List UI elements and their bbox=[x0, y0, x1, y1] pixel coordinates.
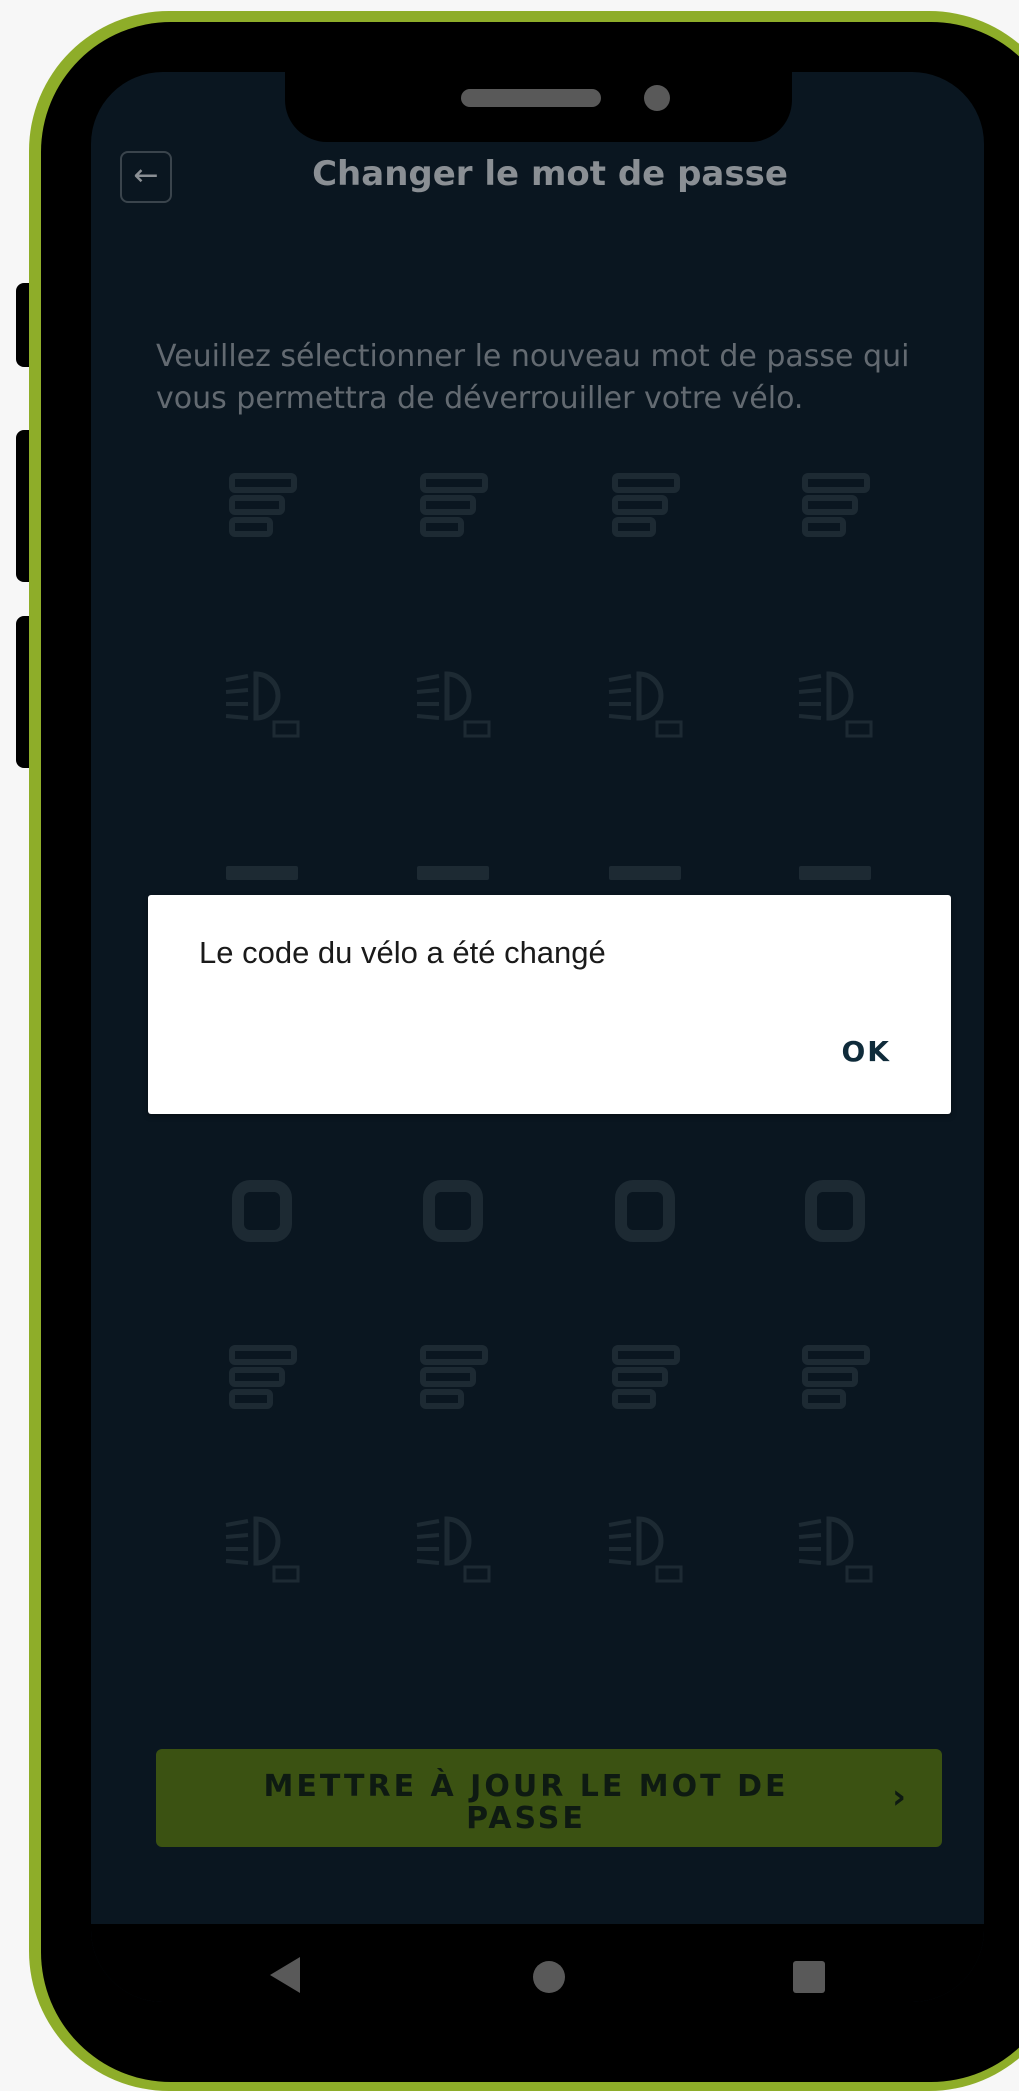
update-password-button[interactable]: METTRE À JOUR LE MOT DE PASSE › bbox=[156, 1749, 942, 1847]
speaker bbox=[461, 89, 601, 107]
stop-square-icon[interactable] bbox=[413, 1172, 493, 1252]
list-bars-icon[interactable] bbox=[222, 468, 302, 548]
list-bars-icon[interactable] bbox=[795, 1340, 875, 1420]
headlight-icon[interactable] bbox=[795, 660, 875, 740]
instructions-text: Veuillez sélectionner le nouveau mot de … bbox=[156, 339, 910, 416]
stop-square-icon[interactable] bbox=[795, 1172, 875, 1252]
update-button-label: METTRE À JOUR LE MOT DE PASSE bbox=[263, 1769, 789, 1836]
notch bbox=[285, 72, 792, 142]
stop-square-icon[interactable] bbox=[222, 1172, 302, 1252]
headlight-icon[interactable] bbox=[222, 1505, 302, 1585]
list-bars-icon[interactable] bbox=[413, 1340, 493, 1420]
arrow-left-icon: ← bbox=[133, 158, 159, 193]
stop-square-icon[interactable] bbox=[605, 1172, 685, 1252]
headlight-icon[interactable] bbox=[222, 660, 302, 740]
headlight-icon[interactable] bbox=[795, 1505, 875, 1585]
nav-home-icon[interactable] bbox=[533, 1961, 565, 1993]
nav-bar bbox=[91, 1924, 984, 2002]
dialog-message: Le code du vélo a été changé bbox=[199, 935, 606, 970]
headlight-icon[interactable] bbox=[605, 660, 685, 740]
list-bars-icon[interactable] bbox=[605, 468, 685, 548]
headlight-icon[interactable] bbox=[605, 1505, 685, 1585]
list-bars-icon[interactable] bbox=[413, 468, 493, 548]
page-title: Changer le mot de passe bbox=[312, 154, 788, 194]
nav-back-icon[interactable] bbox=[270, 1957, 300, 1993]
list-bars-icon[interactable] bbox=[795, 468, 875, 548]
alert-dialog: Le code du vélo a été changé OK bbox=[148, 895, 951, 1114]
headlight-icon[interactable] bbox=[413, 1505, 493, 1585]
back-button[interactable]: ← bbox=[120, 151, 172, 203]
nav-recent-icon[interactable] bbox=[793, 1961, 825, 1993]
headlight-icon[interactable] bbox=[413, 660, 493, 740]
list-bars-icon[interactable] bbox=[222, 1340, 302, 1420]
chevron-right-icon: › bbox=[891, 1777, 906, 1817]
front-camera bbox=[644, 85, 670, 111]
list-bars-icon[interactable] bbox=[605, 1340, 685, 1420]
ok-button[interactable]: OK bbox=[842, 1035, 892, 1068]
